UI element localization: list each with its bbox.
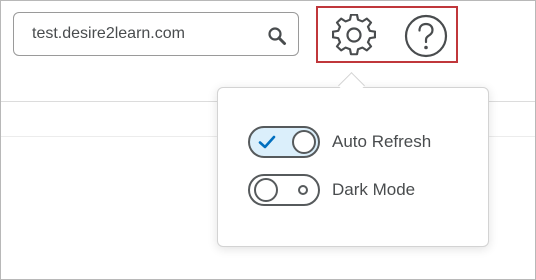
search-icon[interactable] (266, 25, 288, 47)
toggle-knob (292, 130, 316, 154)
checkmark-icon (258, 135, 276, 149)
settings-popover: Auto Refresh Dark Mode (217, 87, 489, 247)
toggle-knob (254, 178, 278, 202)
app-frame: Auto Refresh Dark Mode (0, 0, 536, 280)
toolbar-icon-group (316, 6, 458, 63)
auto-refresh-row: Auto Refresh (248, 125, 431, 159)
dark-mode-label: Dark Mode (332, 180, 416, 199)
off-indicator-icon (298, 185, 308, 195)
auto-refresh-label: Auto Refresh (332, 132, 432, 151)
search-input[interactable] (32, 23, 262, 45)
help-icon[interactable] (404, 14, 448, 58)
dark-mode-toggle[interactable] (248, 174, 320, 206)
auto-refresh-toggle[interactable] (248, 126, 320, 158)
search-box[interactable] (13, 12, 299, 56)
gear-icon[interactable] (332, 14, 376, 58)
dark-mode-row: Dark Mode (248, 173, 415, 207)
